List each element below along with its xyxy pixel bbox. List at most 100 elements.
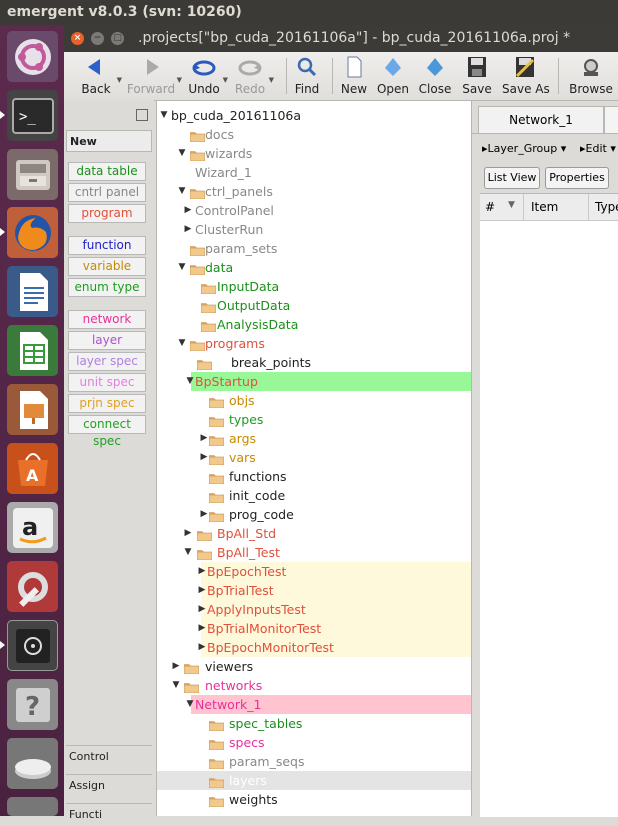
tool-network[interactable]: network (68, 310, 146, 329)
tab-new[interactable]: New (66, 130, 152, 152)
tree-item[interactable]: AnalysisData (157, 315, 471, 334)
save-button[interactable]: Save (462, 56, 492, 98)
writer-icon[interactable] (7, 266, 58, 317)
edit-menu[interactable]: ▸Edit ▾ (580, 142, 616, 155)
tool-unit-spec[interactable]: unit spec (68, 373, 146, 392)
maximize-window-icon[interactable]: □ (111, 32, 124, 45)
open-button[interactable]: Open (376, 56, 410, 98)
close-button[interactable]: Close (418, 56, 452, 98)
tree-item[interactable]: ▼ BpStartup (157, 372, 471, 391)
tree-item[interactable]: init_code (157, 486, 471, 505)
tree-item[interactable]: functions (157, 467, 471, 486)
calc-icon[interactable] (7, 325, 58, 376)
tree-item[interactable]: Wizard_1 (157, 163, 471, 182)
tree-item[interactable]: docs (157, 125, 471, 144)
expand-arrow-icon[interactable]: ▶ (197, 581, 207, 600)
tree-item[interactable]: ▼ data (157, 258, 471, 277)
tool-layer[interactable]: layer (68, 331, 146, 350)
files-icon[interactable] (7, 149, 58, 200)
tree-item[interactable]: ▼ BpAll_Test (157, 543, 471, 562)
expand-arrow-icon[interactable]: ▶ (183, 524, 193, 543)
tab-assign[interactable]: Assign (66, 774, 152, 796)
tree-item[interactable]: InputData (157, 277, 471, 296)
disk-icon-2[interactable] (7, 797, 58, 816)
expand-arrow-icon[interactable]: ▶ (183, 201, 193, 220)
tool-connect-spec[interactable]: connect spec (68, 415, 146, 448)
expand-arrow-icon[interactable]: ▶ (197, 562, 207, 581)
tree-item[interactable]: layers (157, 771, 471, 790)
list-view-button[interactable]: List View (484, 167, 540, 189)
expand-arrow-icon[interactable]: ▶ (197, 600, 207, 619)
impress-icon[interactable] (7, 384, 58, 435)
tree-item[interactable]: ▼ wizards (157, 144, 471, 163)
undo-button[interactable]: Undo ▼ (186, 56, 228, 98)
tree-item[interactable]: ▶ BpTrialTest (157, 581, 471, 600)
collapse-arrow-icon[interactable]: ▼ (177, 258, 187, 277)
tool-layer-spec[interactable]: layer spec (68, 352, 146, 371)
back-button[interactable]: Back ▼ (76, 56, 122, 98)
redo-button[interactable]: Redo ▼ (232, 56, 274, 98)
layer-group-menu[interactable]: ▸Layer_Group ▾ (482, 142, 566, 155)
expand-arrow-icon[interactable]: ▶ (199, 505, 209, 524)
collapse-arrow-icon[interactable]: ▼ (171, 676, 181, 695)
tool-function[interactable]: function (68, 236, 146, 255)
tree-item[interactable]: param_seqs (157, 752, 471, 771)
tool-enum-type[interactable]: enum type (68, 278, 146, 297)
tree-item[interactable]: ▼ bp_cuda_20161106a (157, 106, 471, 125)
tool-cntrl-panel[interactable]: cntrl panel (68, 183, 146, 202)
expand-arrow-icon[interactable]: ▶ (197, 638, 207, 657)
collapse-arrow-icon[interactable]: ▼ (177, 144, 187, 163)
expand-arrow-icon[interactable]: ▶ (197, 619, 207, 638)
minimize-window-icon[interactable]: − (91, 32, 104, 45)
tool-prjn-spec[interactable]: prjn spec (68, 394, 146, 413)
tool-variable[interactable]: variable (68, 257, 146, 276)
tree-item[interactable]: weights (157, 790, 471, 809)
tree-item[interactable]: specs (157, 733, 471, 752)
collapse-arrow-icon[interactable]: ▼ (159, 106, 169, 125)
save-as-button[interactable]: Save As (502, 56, 550, 98)
tree-item[interactable]: ▶ viewers (157, 657, 471, 676)
tree-item[interactable]: ▼ Network_1 (157, 695, 471, 714)
properties-button[interactable]: Properties (545, 167, 609, 189)
tab-functi[interactable]: Functi (66, 803, 152, 825)
find-button[interactable]: Find (292, 56, 322, 98)
collapse-arrow-icon[interactable]: ▼ (177, 334, 187, 353)
tab-next[interactable] (604, 106, 618, 134)
forward-button[interactable]: Forward ▼ (126, 56, 182, 98)
item-list[interactable]: # ▼ Item Type (480, 193, 618, 817)
tree-item[interactable]: ▶ BpEpochTest (157, 562, 471, 581)
amazon-icon[interactable]: a (7, 502, 58, 553)
new-button[interactable]: New (339, 56, 369, 98)
tree-item[interactable]: break_points (157, 353, 471, 372)
tree-item[interactable]: ▶ vars (157, 448, 471, 467)
undock-icon[interactable] (136, 109, 148, 121)
tree-item[interactable]: ▶ BpAll_Std (157, 524, 471, 543)
tree-item[interactable]: spec_tables (157, 714, 471, 733)
project-tree[interactable]: ▼ bp_cuda_20161106a docs ▼ wizards Wizard_1 ▼ c… (156, 101, 472, 816)
tree-item[interactable]: objs (157, 391, 471, 410)
disk-icon[interactable] (7, 738, 58, 789)
collapse-arrow-icon[interactable]: ▼ (185, 695, 195, 714)
expand-arrow-icon[interactable]: ▶ (199, 429, 209, 448)
collapse-arrow-icon[interactable]: ▼ (185, 372, 195, 391)
tab-control[interactable]: Control (66, 745, 152, 767)
expand-arrow-icon[interactable]: ▶ (171, 657, 181, 676)
tool-data-table[interactable]: data table (68, 162, 146, 181)
tree-item[interactable]: types (157, 410, 471, 429)
help-icon[interactable]: ? (7, 679, 58, 730)
browse-button[interactable]: Browse (569, 56, 613, 98)
terminal-icon[interactable]: >_ (7, 90, 58, 141)
tree-item[interactable]: ▶ ApplyInputsTest (157, 600, 471, 619)
tree-item[interactable]: ▼ networks (157, 676, 471, 695)
software-center-icon[interactable]: A (7, 443, 58, 494)
tree-item[interactable]: ▶ BpTrialMonitorTest (157, 619, 471, 638)
tree-item[interactable]: ▶ ControlPanel (157, 201, 471, 220)
collapse-arrow-icon[interactable]: ▼ (183, 543, 193, 562)
expand-arrow-icon[interactable]: ▶ (199, 448, 209, 467)
expand-arrow-icon[interactable]: ▶ (183, 220, 193, 239)
tree-item[interactable]: ▼ programs (157, 334, 471, 353)
tree-item[interactable]: ▶ args (157, 429, 471, 448)
column-type[interactable]: Type (595, 200, 618, 214)
tree-item[interactable]: ▶ prog_code (157, 505, 471, 524)
column-number[interactable]: # (485, 200, 495, 214)
